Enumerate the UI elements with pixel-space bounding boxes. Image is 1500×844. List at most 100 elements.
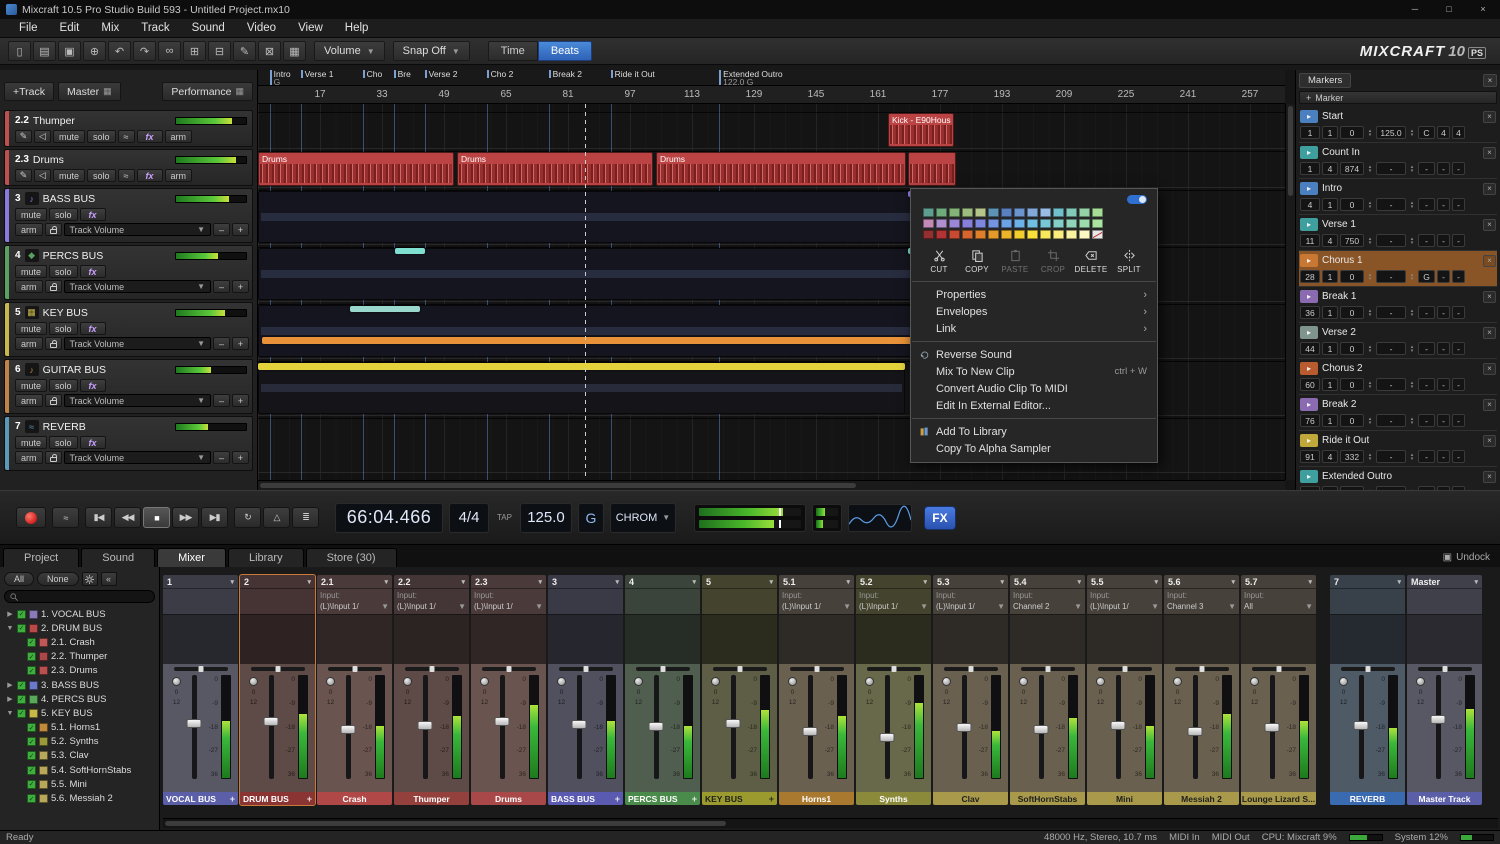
marker-pos-bar[interactable]: 91	[1300, 450, 1320, 463]
marker-pos-tick[interactable]: 0	[1340, 270, 1364, 283]
solo-button[interactable]: solo	[49, 379, 78, 392]
tap-tempo-button[interactable]: TAP	[497, 513, 512, 522]
no-color-swatch[interactable]	[1092, 230, 1103, 239]
input-value-dropdown[interactable]: All▼	[1244, 601, 1313, 612]
color-swatch[interactable]	[1027, 208, 1038, 217]
volume-fader[interactable]	[957, 723, 972, 732]
tree-item-5-2-synths[interactable]: ✓5.2. Synths	[4, 735, 155, 749]
trim-knob[interactable]	[788, 677, 797, 686]
cut-icon[interactable]: CUT	[921, 249, 957, 274]
marker-delete-button[interactable]: ×	[1483, 327, 1496, 339]
marker-sig-numerator[interactable]: 4	[1437, 126, 1450, 139]
timeline-section-cho[interactable]: Cho	[363, 70, 383, 78]
trim-knob[interactable]	[1173, 677, 1182, 686]
color-swatch[interactable]	[1027, 230, 1038, 239]
marker-pos-beat[interactable]: 1	[1322, 378, 1338, 391]
fx-button[interactable]: fx	[80, 379, 106, 392]
strip-plugin-area[interactable]	[702, 614, 777, 664]
add-send-button[interactable]: +	[230, 794, 235, 804]
color-swatch[interactable]	[975, 230, 986, 239]
tab-library[interactable]: Library	[228, 548, 304, 567]
input-value-dropdown[interactable]: Channel 3▼	[1167, 601, 1236, 612]
marker-pos-bar[interactable]: 76	[1300, 414, 1320, 427]
marker-key[interactable]: -	[1418, 198, 1435, 211]
select-all-button[interactable]: All	[4, 572, 34, 586]
mute-button[interactable]: mute	[15, 436, 47, 449]
volume-fader[interactable]	[495, 717, 510, 726]
mixer-strip-softhornstabs[interactable]: 5.4▾Input:Channel 2▼0120-9-18-2736SoftHo…	[1010, 575, 1085, 805]
strip-header[interactable]: Master▾	[1407, 575, 1482, 588]
key-display[interactable]: G	[578, 503, 604, 533]
strip-header[interactable]: 2.2▾	[394, 575, 469, 588]
menu-item-edit[interactable]: Edit	[49, 19, 91, 38]
marker-row-break-2[interactable]: ▸Break 2×7610▴▾-▴▾---	[1299, 395, 1497, 431]
menu-item-add-to-library[interactable]: Add To Library	[911, 423, 1157, 440]
zoom-in-button[interactable]: ⊞	[183, 41, 206, 61]
spinner-icon[interactable]: ▴▾	[1408, 201, 1416, 209]
mixer-strip-mini[interactable]: 5.5▾Input:(L)\Input 1/▼0120-9-18-2736Min…	[1087, 575, 1162, 805]
chevron-down-icon[interactable]: ▾	[692, 578, 696, 586]
pan-slider[interactable]	[559, 667, 613, 671]
strip-plugin-area[interactable]	[548, 614, 623, 664]
tree-item-5-key-bus[interactable]: ▼✓5. KEY BUS	[4, 706, 155, 720]
chevron-down-icon[interactable]: ▾	[1154, 578, 1158, 586]
add-send-button[interactable]: +	[692, 794, 697, 804]
volume-fader[interactable]	[187, 719, 202, 728]
marker-pos-beat[interactable]: 4	[1322, 162, 1338, 175]
strip-input-section[interactable]: Input:All▼	[1241, 588, 1316, 614]
arm-button[interactable]: arm	[15, 337, 43, 350]
color-swatch[interactable]	[936, 219, 947, 228]
visibility-checkbox[interactable]: ✓	[17, 681, 26, 690]
volume-fader[interactable]	[418, 721, 433, 730]
close-button[interactable]: ×	[1466, 0, 1500, 19]
chevron-down-icon[interactable]: ▾	[461, 578, 465, 586]
tree-item-1-vocal-bus[interactable]: ▶✓1. VOCAL BUS	[4, 607, 155, 621]
strip-plugin-area[interactable]	[471, 614, 546, 664]
trim-knob[interactable]	[1019, 677, 1028, 686]
volume-fader[interactable]	[803, 727, 818, 736]
arm-button[interactable]: arm	[165, 130, 193, 143]
decrement-button[interactable]: –	[213, 337, 230, 350]
marker-row-chorus-2[interactable]: ▸Chorus 2×6010▴▾-▴▾---	[1299, 359, 1497, 395]
chevron-down-icon[interactable]: ▾	[1397, 578, 1401, 586]
lock-icon[interactable]	[45, 394, 62, 407]
mixer-strip-percs-bus[interactable]: 4▾0120-9-18-2736PERCS BUS+	[625, 575, 700, 805]
pan-slider[interactable]	[405, 667, 459, 671]
visibility-checkbox[interactable]: ✓	[27, 780, 36, 789]
zoom-out-button[interactable]: ⊟	[208, 41, 231, 61]
spinner-icon[interactable]: ▴▾	[1366, 273, 1374, 281]
markers-tab[interactable]: Markers	[1299, 73, 1351, 88]
color-swatch[interactable]	[1001, 208, 1012, 217]
visibility-checkbox[interactable]: ✓	[27, 652, 36, 661]
track-header-guitar-bus[interactable]: 6♪GUITAR BUSmutesolofxarmTrack Volume▼–+	[4, 359, 253, 414]
volume-fader[interactable]	[1188, 727, 1203, 736]
increment-button[interactable]: +	[232, 223, 249, 236]
trim-knob[interactable]	[1339, 677, 1348, 686]
visibility-checkbox[interactable]: ✓	[27, 723, 36, 732]
monitor-icon[interactable]: ◁	[34, 130, 51, 143]
strip-input-section[interactable]: Input:Channel 3▼	[1164, 588, 1239, 614]
midi-overview-bar[interactable]	[395, 248, 425, 254]
marker-sig-numerator[interactable]: -	[1437, 414, 1450, 427]
menu-item-sound[interactable]: Sound	[181, 19, 236, 38]
strip-header[interactable]: 2.3▾	[471, 575, 546, 588]
clip-kick-e90hous[interactable]: Kick - E90Hous	[888, 113, 954, 147]
decrement-button[interactable]: –	[213, 394, 230, 407]
color-swatch[interactable]	[988, 230, 999, 239]
marker-tempo[interactable]: -	[1376, 198, 1406, 211]
marker-delete-button[interactable]: ×	[1483, 147, 1496, 159]
color-swatch[interactable]	[962, 230, 973, 239]
add-marker-button[interactable]: + Marker	[1299, 91, 1497, 104]
input-value-dropdown[interactable]: Channel 2▼	[1013, 601, 1082, 612]
visibility-checkbox[interactable]: ✓	[27, 794, 36, 803]
strip-plugin-area[interactable]	[1241, 614, 1316, 664]
pan-slider[interactable]	[1252, 667, 1306, 671]
marker-sig-denominator[interactable]: -	[1452, 450, 1465, 463]
save-project-button[interactable]: ▣	[58, 41, 81, 61]
strip-name-label[interactable]: VOCAL BUS+	[163, 792, 238, 805]
volume-fader[interactable]	[726, 719, 741, 728]
collapse-sidebar-button[interactable]: «	[101, 572, 117, 586]
color-swatch[interactable]	[949, 219, 960, 228]
chevron-down-icon[interactable]: ▾	[307, 578, 311, 586]
volume-fader[interactable]	[1111, 721, 1126, 730]
